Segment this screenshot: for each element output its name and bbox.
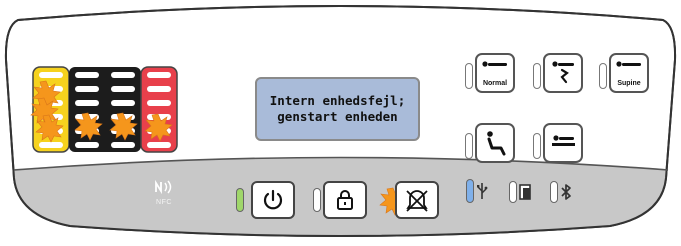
power-button[interactable]: [251, 181, 295, 219]
battery-led: [509, 181, 517, 203]
side-position-button[interactable]: [543, 53, 583, 93]
side-sleep-icon: [552, 61, 574, 84]
recline-led: [465, 133, 473, 159]
power-led: [236, 188, 244, 212]
supine-person-icon: [616, 61, 641, 67]
bluetooth-led: [550, 181, 558, 203]
flat-led: [533, 133, 541, 159]
bed-icon: [552, 135, 575, 146]
alarm-mute-button[interactable]: [395, 181, 439, 219]
lock-icon: [337, 190, 353, 210]
supine-position-button[interactable]: Supine: [609, 53, 649, 93]
nfc-area[interactable]: NFC: [149, 179, 179, 206]
bluetooth-icon: [561, 184, 571, 200]
level-bar-graph: [30, 66, 178, 153]
battery-icon: [519, 184, 531, 200]
lock-button[interactable]: [323, 181, 367, 219]
alarm-mute-icon: [406, 190, 428, 212]
power-icon: [263, 189, 283, 210]
bar-column-black: [69, 67, 141, 152]
normal-label: Normal: [482, 80, 508, 87]
recline-position-button[interactable]: [475, 123, 515, 163]
side-led: [533, 63, 541, 89]
lying-person-icon: [482, 61, 507, 67]
normal-led: [465, 63, 473, 89]
display-line-2: genstart enheden: [277, 109, 398, 124]
nfc-label: NFC: [156, 199, 172, 206]
reclining-person-icon: [487, 131, 506, 156]
display-line-1: Intern enhedsfejl;: [269, 93, 406, 108]
usb-icon: [477, 183, 488, 199]
nfc-icon: [155, 179, 172, 195]
flat-position-button[interactable]: [543, 123, 583, 163]
supine-label: Supine: [617, 80, 641, 87]
supine-led: [599, 63, 607, 89]
usb-led: [466, 179, 474, 203]
lcd-display: Intern enhedsfejl; genstart enheden: [255, 77, 420, 141]
normal-position-button[interactable]: Normal: [475, 53, 515, 93]
lock-led: [313, 188, 321, 212]
